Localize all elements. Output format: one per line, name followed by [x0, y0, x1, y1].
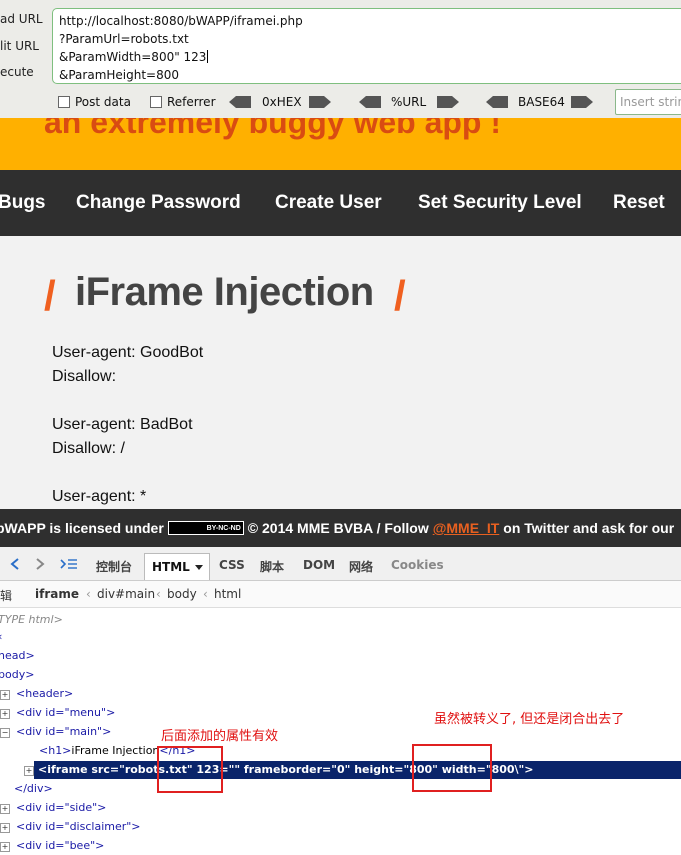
tab-network[interactable]: 网络 [349, 558, 373, 575]
command-line-icon[interactable] [60, 558, 78, 570]
breadcrumb: 辑 iframe ‹ div#main ‹ body ‹ html [0, 581, 681, 608]
expand-icon[interactable]: + [0, 823, 10, 833]
execute-button[interactable]: ecute [0, 65, 34, 79]
main-menu: Bugs Change Password Create User Set Sec… [0, 170, 681, 236]
footer-copyright: © 2014 MME BVBA / Follow [247, 520, 429, 536]
footer-license-text: bWAPP is licensed under [0, 520, 164, 536]
expand-icon[interactable]: + [24, 766, 34, 776]
hackbar-toolbar: ad URL lit URL ecute http://localhost:80… [0, 0, 681, 118]
menu-item-bugs[interactable]: Bugs [0, 192, 46, 214]
annotation-right: 虽然被转义了, 但还是闭合出去了 [434, 712, 625, 727]
url-encode-label: %URL [391, 95, 427, 109]
devtools-panel: 控制台 HTML CSS 脚本 DOM 网络 Cookies 辑 iframe … [0, 547, 681, 852]
checkbox-box[interactable] [150, 96, 162, 108]
base64-label: BASE64 [518, 95, 565, 109]
tree-side-node[interactable]: + <div id="side"> [0, 799, 106, 817]
base64-decode-arrow-icon[interactable] [486, 96, 508, 108]
page-title: iFrame Injection [75, 270, 374, 314]
base64-encode-arrow-icon[interactable] [571, 96, 593, 108]
robots-line: User-agent: * [52, 488, 147, 505]
title-slash: / [394, 272, 406, 319]
tree-doctype[interactable]: TYPE html> [0, 611, 63, 629]
split-url-button[interactable]: lit URL [0, 39, 39, 53]
post-data-label: Post data [75, 95, 131, 109]
tree-body[interactable]: body> [0, 666, 34, 684]
edit-button[interactable]: 辑 [0, 587, 12, 604]
robots-line: User-agent: BadBot [52, 416, 193, 433]
title-slash: / [44, 272, 56, 319]
collapse-icon[interactable]: − [0, 728, 10, 738]
tab-cookies[interactable]: Cookies [391, 558, 444, 572]
site-footer: bWAPP is licensed under BY-NC-ND © 2014 … [0, 509, 681, 547]
load-url-button[interactable]: ad URL [0, 12, 43, 26]
post-data-checkbox[interactable]: Post data [58, 95, 131, 109]
tree-div-close[interactable]: </div> [14, 780, 53, 798]
expand-icon[interactable]: + [0, 709, 10, 719]
annotation-left: 后面添加的属性有效 [161, 729, 279, 744]
tree-head[interactable]: head> [0, 647, 35, 665]
expand-icon[interactable]: + [0, 804, 10, 814]
tree-iframe-node-selected[interactable]: <iframe src="robots.txt" 123="" framebor… [34, 761, 681, 779]
highlight-box-injected [157, 746, 223, 793]
robots-line: Disallow: / [52, 440, 125, 457]
url-line: ?ParamUrl=robots.txt [59, 32, 189, 46]
url-line: &ParamHeight=800 [59, 68, 180, 82]
breadcrumb-div-main[interactable]: div#main [97, 587, 155, 601]
tree-html[interactable]: ‹ [0, 628, 2, 646]
hex-label: 0xHEX [262, 95, 302, 109]
tab-html-label: HTML [152, 560, 190, 574]
tree-main-node[interactable]: − <div id="main"> [0, 723, 111, 741]
tab-console[interactable]: 控制台 [96, 558, 132, 575]
footer-suffix: on Twitter and ask for our [503, 520, 675, 536]
referrer-checkbox[interactable]: Referrer [150, 95, 216, 109]
menu-item-set-security-level[interactable]: Set Security Level [418, 192, 582, 214]
url-line: http://localhost:8080/bWAPP/iframei.php [59, 14, 303, 28]
expand-icon[interactable]: + [0, 690, 10, 700]
url-line: &ParamWidth=800" 123 [59, 50, 209, 64]
breadcrumb-html[interactable]: html [214, 587, 241, 601]
devtools-tab-bar: 控制台 HTML CSS 脚本 DOM 网络 Cookies [0, 547, 681, 581]
twitter-link[interactable]: @MME_IT [433, 520, 500, 536]
tab-script[interactable]: 脚本 [260, 558, 284, 575]
tree-menu-node[interactable]: + <div id="menu"> [0, 704, 115, 722]
main-content: / iFrame Injection / User-agent: GoodBot… [0, 236, 681, 509]
hex-encode-arrow-icon[interactable] [309, 96, 331, 108]
menu-item-change-password[interactable]: Change Password [76, 192, 241, 214]
highlight-box-width [412, 744, 492, 792]
text-caret [207, 50, 209, 63]
menu-item-create-user[interactable]: Create User [275, 192, 382, 214]
tree-bee-node[interactable]: + <div id="bee"> [0, 837, 104, 855]
hex-decode-arrow-icon[interactable] [229, 96, 251, 108]
url-textarea[interactable]: http://localhost:8080/bWAPP/iframei.php … [52, 8, 681, 84]
tab-css[interactable]: CSS [219, 558, 245, 572]
robots-line: Disallow: [52, 368, 117, 385]
tab-html[interactable]: HTML [144, 553, 210, 580]
menu-item-reset[interactable]: Reset [613, 192, 665, 214]
url-encode-arrow-icon[interactable] [437, 96, 459, 108]
site-banner: an extremely buggy web app ! [0, 118, 681, 170]
tree-header-node[interactable]: + <header> [0, 685, 73, 703]
url-decode-arrow-icon[interactable] [359, 96, 381, 108]
cc-license-badge[interactable]: BY-NC-ND [167, 521, 244, 535]
checkbox-box[interactable] [58, 96, 70, 108]
insert-string-input[interactable]: Insert string [615, 89, 681, 115]
html-tree: TYPE html> ‹ head> body> +<header> +<div… [0, 607, 681, 852]
forward-arrow-icon[interactable] [35, 558, 45, 570]
tree-disclaimer-node[interactable]: + <div id="disclaimer"> [0, 818, 141, 836]
expand-icon[interactable]: + [0, 842, 10, 852]
back-arrow-icon[interactable] [10, 558, 20, 570]
robots-line: User-agent: GoodBot [52, 344, 204, 361]
breadcrumb-body[interactable]: body [167, 587, 197, 601]
banner-tagline: an extremely buggy web app ! [44, 118, 501, 140]
referrer-label: Referrer [167, 95, 216, 109]
tab-dom[interactable]: DOM [303, 558, 335, 572]
breadcrumb-iframe[interactable]: iframe [35, 587, 79, 601]
chevron-down-icon[interactable] [195, 565, 203, 570]
